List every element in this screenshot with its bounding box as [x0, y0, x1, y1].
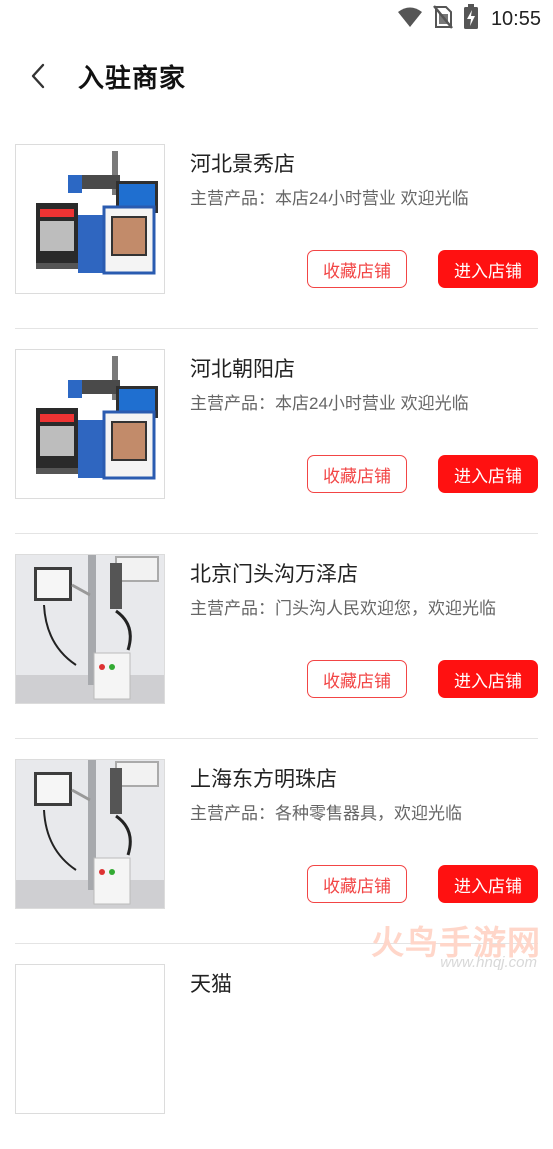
enter-store-button[interactable]: 进入店铺 — [438, 660, 538, 698]
store-desc: 主营产品：本店24小时营业 欢迎光临 — [190, 189, 469, 208]
store-list: 河北景秀店 主营产品：本店24小时营业 欢迎光临 收藏店铺 进入店铺 河北朝阳店… — [0, 124, 553, 1149]
status-time: 10:55 — [490, 7, 541, 30]
enter-store-button[interactable]: 进入店铺 — [438, 865, 538, 903]
store-image-stand-laser-marker — [15, 759, 165, 909]
store-name: 河北景秀店 — [190, 153, 295, 176]
favorite-store-button[interactable]: 收藏店铺 — [307, 865, 407, 903]
favorite-store-button[interactable]: 收藏店铺 — [307, 660, 407, 698]
store-image-desktop-laser-marker — [15, 144, 165, 294]
store-name: 河北朝阳店 — [190, 358, 295, 381]
header: 入驻商家 — [0, 38, 553, 114]
chevron-left-icon — [31, 63, 45, 89]
store-card[interactable]: 上海东方明珠店 主营产品：各种零售器具，欢迎光临 收藏店铺 进入店铺 — [0, 739, 553, 944]
store-desc: 主营产品：本店24小时营业 欢迎光临 — [190, 394, 469, 413]
enter-store-button[interactable]: 进入店铺 — [438, 250, 538, 288]
wifi-icon — [397, 6, 423, 33]
page-title: 入驻商家 — [78, 63, 187, 93]
favorite-store-button[interactable]: 收藏店铺 — [307, 455, 407, 493]
no-sim-icon — [432, 4, 453, 34]
store-card[interactable]: 北京门头沟万泽店 主营产品：门头沟人民欢迎您，欢迎光临 收藏店铺 进入店铺 — [0, 534, 553, 739]
watermark: 火鸟手游网 www.hnqj.com — [371, 916, 541, 976]
store-name: 北京门头沟万泽店 — [190, 563, 358, 586]
status-icons: 10:55 — [397, 3, 541, 35]
back-button[interactable] — [28, 62, 50, 90]
status-bar: 10:55 — [0, 0, 553, 38]
store-image-stand-laser-marker — [15, 554, 165, 704]
enter-store-button[interactable]: 进入店铺 — [438, 455, 538, 493]
store-name: 上海东方明珠店 — [190, 768, 337, 791]
store-desc: 主营产品：各种零售器具，欢迎光临 — [190, 804, 462, 823]
store-card[interactable]: 河北景秀店 主营产品：本店24小时营业 欢迎光临 收藏店铺 进入店铺 — [0, 124, 553, 329]
store-desc: 主营产品：门头沟人民欢迎您，欢迎光临 — [190, 599, 496, 618]
battery-charging-icon — [463, 3, 479, 35]
store-card[interactable]: 河北朝阳店 主营产品：本店24小时营业 欢迎光临 收藏店铺 进入店铺 — [0, 329, 553, 534]
store-name: 天猫 — [190, 973, 232, 996]
store-image-desktop-laser-marker — [15, 349, 165, 499]
watermark-url: www.hnqj.com — [440, 954, 537, 971]
favorite-store-button[interactable]: 收藏店铺 — [307, 250, 407, 288]
store-image — [15, 964, 165, 1114]
